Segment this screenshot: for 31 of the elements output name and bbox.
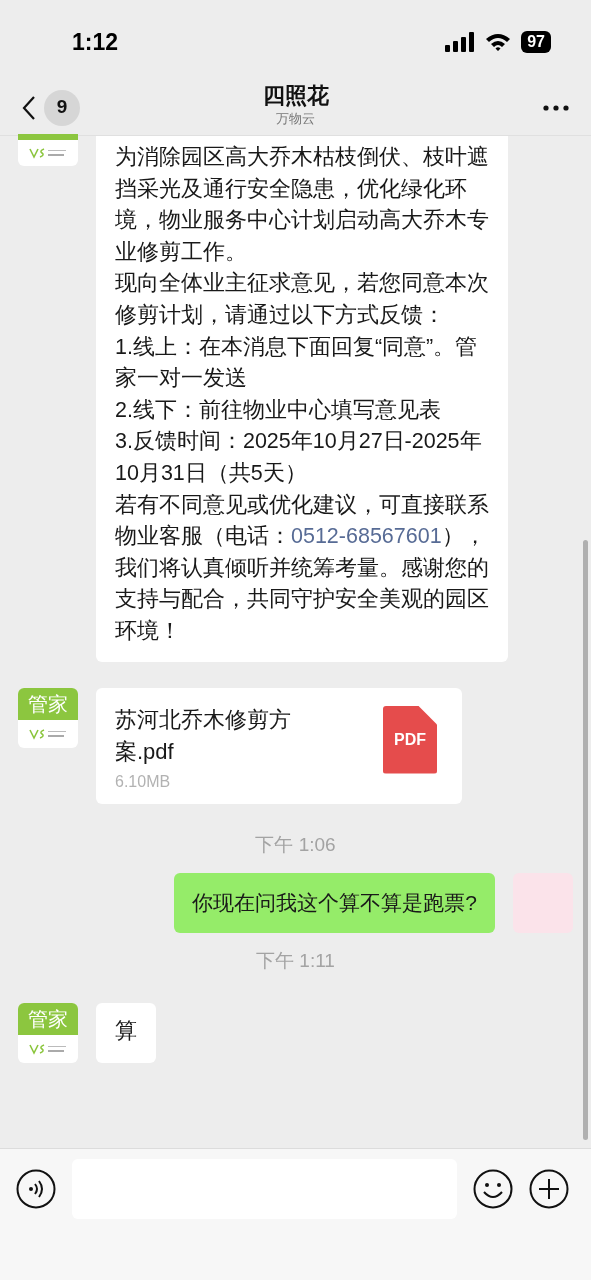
message-paragraph: 你现在问我这个算不算是跑票? [192,890,477,916]
message-paragraph: 若有不同意见或优化建议，可直接联系物业客服（电话：0512-68567601），我们将认真倾听并统筹考量。感谢您的支持与配合，共同守护安全美观的园区环境！ [115,491,489,645]
timestamp: 下午 1:11 [256,949,335,973]
battery-indicator: 97 [521,31,551,53]
message-paragraph: 为消除园区高大乔木枯枝倒伏、枝叶遮挡采光及通行安全隐患，优化绿化环境，物业服务中心计划启动高大乔木专业修剪工作。 [115,144,489,266]
message-paragraph: 算 [115,1017,137,1045]
chat-title: 四照花 [262,82,329,110]
timestamp: 下午 1:06 [255,832,336,857]
phone-link[interactable]: 0512-68567601 [291,524,442,549]
message-paragraph: 3.反馈时间：2025年10月27日-2025年10月31日（共5天） [115,428,483,487]
message-paragraph: 2.线下：前往物业中心填写意见表 [115,396,442,424]
more-icon[interactable] [543,104,569,111]
plus-icon[interactable] [529,1169,569,1209]
status-time: 1:12 [72,27,119,57]
avatar-label: 管家 [28,693,68,714]
chat-subtitle: 万物云 [276,110,315,128]
emoji-icon[interactable] [473,1169,513,1209]
unread-badge: 9 [44,89,80,126]
file-size: 6.10MB [115,771,172,792]
file-type: PDF [394,729,426,750]
logo-icon [28,145,68,161]
message-paragraph: 1.线上：在本消息下面回复“同意”。管家一对一发送 [115,333,479,393]
avatar-label: 管家 [28,1008,68,1029]
message-paragraph: 现向全体业主征求意见，若您同意本次修剪计划，请通过以下方式反馈： [115,270,489,329]
signal-icon [445,32,476,52]
file-name: 苏河北乔木修剪方案.pdf [115,705,292,766]
voice-icon[interactable] [16,1169,56,1209]
file-card[interactable]: 苏河北乔木修剪方案.pdf 6.10MB PDF [96,687,462,804]
back-button[interactable]: 9 [22,89,80,126]
back-chevron-icon [22,94,36,121]
wifi-icon [485,32,512,52]
